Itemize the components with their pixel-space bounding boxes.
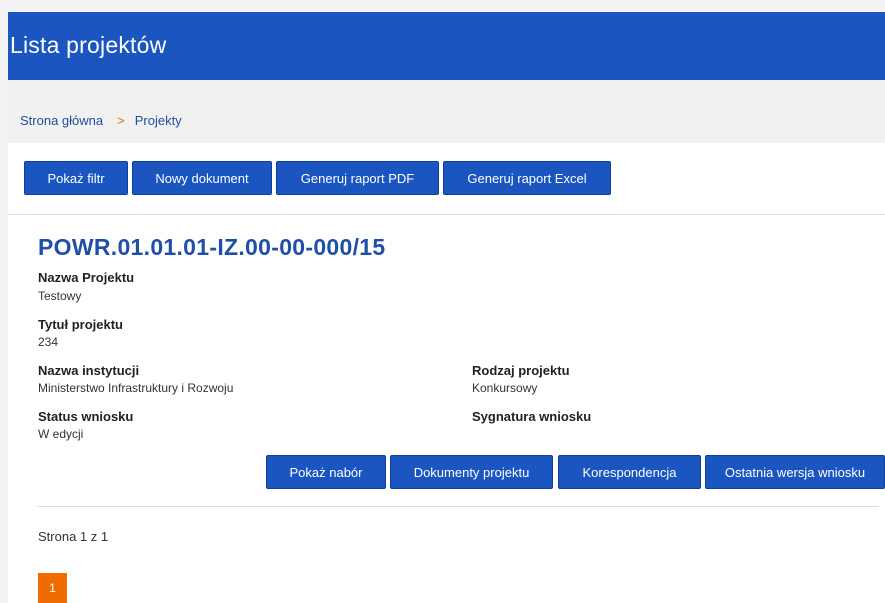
project-title-value: 234	[38, 335, 59, 349]
application-status-value: W edycji	[38, 427, 84, 441]
page-1-button[interactable]: 1	[38, 573, 67, 603]
project-type-value: Konkursowy	[472, 381, 538, 395]
new-document-button[interactable]: Nowy dokument	[132, 161, 272, 195]
breadcrumb-home-link[interactable]: Strona główna	[20, 113, 103, 128]
show-filter-button[interactable]: Pokaż filtr	[24, 161, 128, 195]
toolbar-divider	[8, 214, 885, 215]
breadcrumb-current-link[interactable]: Projekty	[135, 113, 182, 128]
application-signature-label: Sygnatura wniosku	[472, 409, 592, 424]
institution-name-value: Ministerstwo Infrastruktury i Rozwoju	[38, 381, 234, 395]
project-name-value: Testowy	[38, 289, 82, 303]
show-call-button[interactable]: Pokaż nabór	[266, 455, 386, 489]
correspondence-button[interactable]: Korespondencja	[558, 455, 701, 489]
application-status-label: Status wniosku	[38, 409, 134, 424]
project-divider	[38, 506, 879, 507]
breadcrumb-bar: Strona główna > Projekty	[8, 80, 885, 143]
main-content: Pokaż filtr Nowy dokument Generuj raport…	[8, 143, 885, 603]
breadcrumb: Strona główna > Projekty	[20, 113, 182, 128]
project-title-label: Tytuł projektu	[38, 317, 123, 332]
institution-name-label: Nazwa instytucji	[38, 363, 140, 378]
generate-excel-report-button[interactable]: Generuj raport Excel	[443, 161, 611, 195]
project-documents-button[interactable]: Dokumenty projektu	[390, 455, 553, 489]
pagination-info: Strona 1 z 1	[38, 529, 109, 544]
page-title: Lista projektów	[10, 32, 167, 58]
breadcrumb-separator: >	[117, 113, 125, 128]
project-name-label: Nazwa Projektu	[38, 270, 135, 285]
page-header: Lista projektów	[8, 12, 885, 80]
project-type-label: Rodzaj projektu	[472, 363, 570, 378]
project-id-heading: POWR.01.01.01-IZ.00-00-000/15	[38, 234, 386, 260]
latest-application-version-button[interactable]: Ostatnia wersja wniosku	[705, 455, 885, 489]
generate-pdf-report-button[interactable]: Generuj raport PDF	[276, 161, 439, 195]
